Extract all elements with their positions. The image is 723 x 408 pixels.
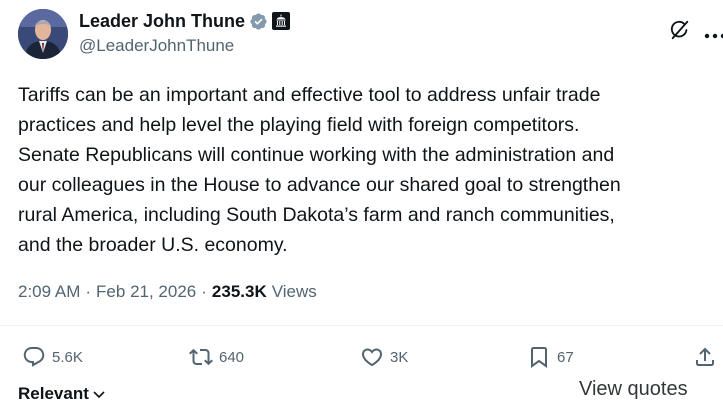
sort-dropdown[interactable]: Relevant: [18, 384, 107, 404]
sort-label: Relevant: [18, 384, 89, 403]
views-label: Views: [271, 282, 317, 301]
display-name[interactable]: Leader John Thune: [79, 11, 245, 32]
tweet-text: Tariffs can be an important and effectiv…: [18, 84, 621, 256]
grok-icon[interactable]: [669, 19, 691, 41]
share-button[interactable]: [693, 340, 723, 374]
avatar[interactable]: [18, 9, 68, 59]
tweet-meta: 2:09 AM · Feb 21, 2026 · 235.3K Views: [18, 280, 317, 304]
tweet-header: Leader John Thune @LeaderJohnThune: [18, 9, 723, 61]
repost-count: 640: [219, 348, 245, 366]
repost-icon: [189, 348, 213, 366]
verified-badge-icon[interactable]: [249, 12, 268, 31]
repost-button[interactable]: 640: [189, 340, 244, 374]
view-quotes-link[interactable]: View quotes: [579, 378, 688, 401]
reply-icon: [23, 347, 45, 367]
bookmark-icon: [531, 347, 547, 368]
heart-icon: [361, 348, 383, 367]
author-info: Leader John Thune @LeaderJohnThune: [79, 9, 291, 56]
like-button[interactable]: 3K: [360, 340, 408, 374]
tweet-time[interactable]: 2:09 AM: [18, 282, 80, 302]
views-count[interactable]: 235.3K: [212, 282, 267, 302]
bookmark-button[interactable]: 67: [527, 340, 574, 374]
share-icon: [696, 347, 714, 366]
author-handle[interactable]: @LeaderJohnThune: [79, 36, 290, 56]
chevron-down-icon: [93, 391, 105, 399]
bookmark-count: 67: [557, 348, 574, 366]
like-count: 3K: [390, 348, 409, 366]
more-options-icon[interactable]: [703, 26, 723, 39]
divider: [0, 325, 723, 326]
meta-separator: ·: [201, 282, 207, 301]
meta-separator: ·: [85, 282, 92, 301]
government-badge-icon[interactable]: [272, 12, 291, 30]
reply-count: 5.6K: [52, 348, 83, 366]
reply-button[interactable]: 5.6K: [22, 340, 83, 374]
tweet-date[interactable]: Feb 21, 2026: [96, 282, 196, 302]
action-bar: 5.6K 640 3K 67: [0, 340, 723, 374]
name-row: Leader John Thune: [79, 9, 291, 33]
